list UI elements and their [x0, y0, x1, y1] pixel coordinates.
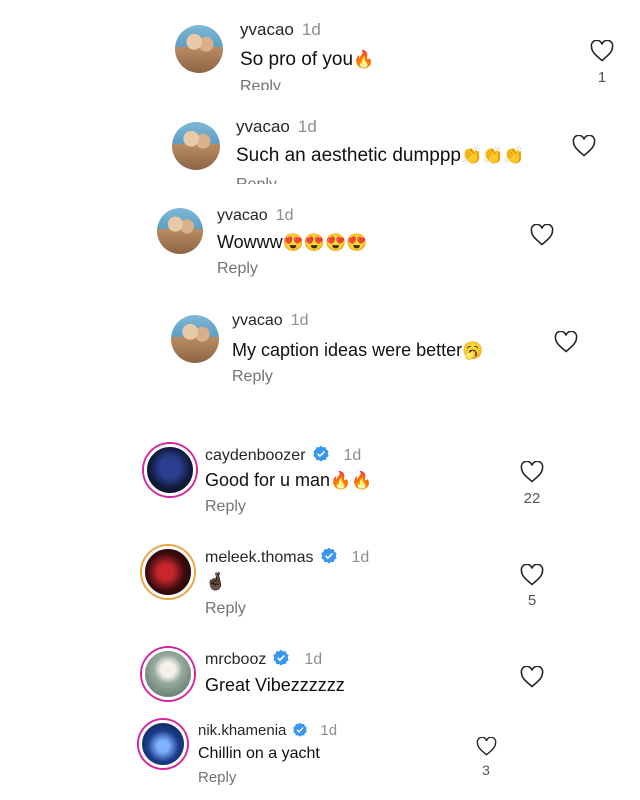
- timestamp: 1d: [343, 447, 362, 464]
- avatar[interactable]: [144, 444, 196, 496]
- reply-button[interactable]: Reply: [205, 498, 246, 516]
- heart-icon[interactable]: [530, 224, 554, 246]
- heart-icon[interactable]: [476, 737, 497, 756]
- username-text[interactable]: yvacao: [236, 117, 290, 136]
- username[interactable]: yvacao 1d: [240, 20, 321, 40]
- comment-text-body: Such an aesthetic dumppp: [236, 145, 461, 166]
- verified-badge-icon: [273, 649, 290, 666]
- reply-button[interactable]: Reply: [198, 769, 236, 786]
- timestamp: 1d: [275, 207, 294, 224]
- fire-emoji: 🔥: [353, 50, 375, 69]
- avatar[interactable]: [172, 122, 220, 170]
- timestamp: 1d: [320, 722, 338, 739]
- comment-text: Good for u man🔥🔥: [205, 470, 372, 491]
- comment-text-body: Wowww: [217, 232, 283, 252]
- avatar[interactable]: [139, 720, 187, 768]
- username-text[interactable]: meleek.thomas: [205, 549, 314, 566]
- comment-text: 🤞🏿: [205, 571, 226, 592]
- username[interactable]: yvacao 1d: [232, 312, 309, 330]
- username-text[interactable]: yvacao: [240, 20, 294, 39]
- username-text[interactable]: caydenboozer: [205, 447, 306, 464]
- avatar[interactable]: [142, 546, 194, 598]
- reply-button[interactable]: Reply: [240, 78, 281, 90]
- avatar[interactable]: [142, 648, 194, 700]
- comment-text: Wowww😍😍😍😍: [217, 232, 367, 253]
- username-text[interactable]: yvacao: [217, 207, 268, 224]
- timestamp: 1d: [297, 117, 317, 136]
- yawn-emoji: 🥱: [462, 341, 484, 360]
- username[interactable]: yvacao 1d: [236, 117, 317, 137]
- username[interactable]: yvacao 1d: [217, 207, 294, 225]
- avatar[interactable]: [171, 315, 219, 363]
- timestamp: 1d: [304, 651, 323, 668]
- like-count: 5: [527, 592, 537, 609]
- avatar[interactable]: [157, 208, 203, 254]
- comment-text-body: My caption ideas were better: [232, 340, 463, 360]
- like-count: 1: [597, 69, 607, 86]
- clap-emoji: 👏👏👏: [461, 146, 525, 165]
- reply-button[interactable]: Reply: [236, 176, 277, 184]
- heart-icon[interactable]: [554, 331, 578, 353]
- comment-text: So pro of you🔥: [240, 49, 374, 71]
- timestamp: 1d: [301, 20, 321, 39]
- comment-text: Chillin on a yacht: [198, 745, 320, 763]
- comment-text-body: Great Vibezzzzzz: [205, 675, 345, 695]
- comment-text: Such an aesthetic dumppp👏👏👏: [236, 145, 525, 167]
- reply-clip: Reply: [240, 78, 320, 90]
- username[interactable]: meleek.thomas 1d: [205, 547, 369, 567]
- username[interactable]: nik.khamenia 1d: [198, 722, 337, 739]
- reply-button[interactable]: Reply: [232, 368, 273, 386]
- comment-text-body: Chillin on a yacht: [198, 745, 320, 762]
- comment-text: Great Vibezzzzzz: [205, 675, 345, 696]
- verified-badge-icon: [293, 722, 308, 737]
- reply-button[interactable]: Reply: [205, 600, 246, 618]
- reply-button[interactable]: Reply: [217, 260, 258, 278]
- comment-text: My caption ideas were better🥱: [232, 340, 483, 361]
- like-count: 3: [482, 762, 490, 778]
- username-text[interactable]: nik.khamenia: [198, 722, 286, 739]
- username[interactable]: mrcbooz 1d: [205, 649, 322, 669]
- heart-icon[interactable]: [520, 564, 544, 586]
- timestamp: 1d: [351, 549, 370, 566]
- username-text[interactable]: mrcbooz: [205, 651, 266, 668]
- heart-eyes-emoji: 😍😍😍😍: [282, 233, 368, 252]
- like-count: 22: [523, 490, 541, 507]
- comment-text-body: So pro of you: [240, 49, 354, 70]
- heart-icon[interactable]: [572, 135, 596, 157]
- avatar[interactable]: [175, 25, 223, 73]
- timestamp: 1d: [290, 312, 309, 329]
- verified-badge-icon: [312, 445, 329, 462]
- username[interactable]: caydenboozer 1d: [205, 445, 361, 465]
- heart-icon[interactable]: [590, 40, 614, 62]
- heart-icon[interactable]: [520, 666, 544, 688]
- username-text[interactable]: yvacao: [232, 312, 283, 329]
- verified-badge-icon: [320, 547, 337, 564]
- crossed-fingers-emoji: 🤞🏿: [205, 572, 227, 591]
- comment-text-body: Good for u man: [205, 470, 331, 490]
- heart-icon[interactable]: [520, 461, 544, 483]
- reply-clip: Reply: [236, 176, 316, 184]
- fire-emoji: 🔥🔥: [330, 471, 373, 490]
